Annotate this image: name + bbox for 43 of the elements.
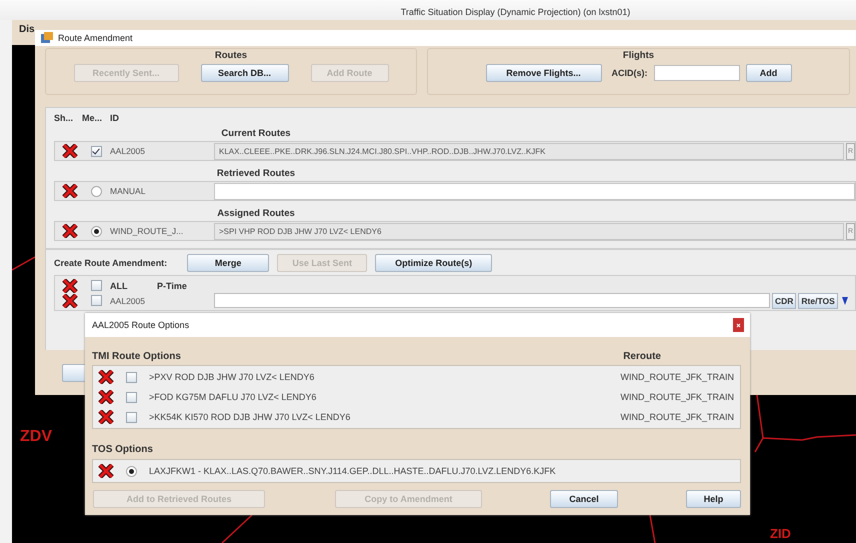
flight-id: WIND_ROUTE_J...	[110, 226, 184, 236]
button[interactable]: Remove Flights...	[486, 64, 602, 82]
reroute-text: WIND_ROUTE_JFK_TRAIN	[620, 392, 734, 402]
map-label: ZDV	[20, 428, 52, 446]
button[interactable]: Add	[746, 64, 792, 82]
section-heading: TOS Options	[92, 443, 154, 457]
section-heading: TMI Route Options	[92, 351, 181, 362]
button[interactable]: CDR	[772, 292, 796, 308]
column-label: ALL	[110, 280, 128, 290]
group-title: Flights	[622, 50, 654, 61]
button[interactable]: Help	[686, 490, 741, 508]
reroute-text: WIND_ROUTE_JFK_TRAIN	[620, 372, 734, 382]
flight-id: MANUAL	[110, 186, 146, 196]
column-header: Me...	[82, 112, 102, 122]
route-text: >KK54K KI570 ROD DJB JHW J70 LVZ< LENDY6	[149, 412, 352, 422]
section-label: Create Route Amendment:	[54, 258, 168, 268]
route-text: LAXJFKW1 - KLAX..LAS.Q70.BAWER..SNY.J114.GEP..DLL..HASTE..DAFLU.J70.LVZ.LENDY6.KJFK	[149, 466, 557, 476]
column-header: ID	[110, 112, 120, 122]
button[interactable]: Search DB...	[200, 64, 288, 82]
window-title: AAL2005 Route Options	[92, 320, 190, 330]
button[interactable]: Cancel	[550, 490, 618, 508]
window-title: Traffic Situation Display (Dynamic Projection) (on lxstn01)	[0, 0, 856, 20]
column-label: P-Time	[157, 280, 187, 290]
button[interactable]: Rte/TOS	[798, 292, 838, 308]
route-text: >FOD KG75M DAFLU J70 LVZ< LENDY6	[149, 392, 318, 402]
section-heading: Retrieved Routes	[216, 167, 296, 180]
reroute-text: WIND_ROUTE_JFK_TRAIN	[620, 412, 734, 422]
flight-id: AAL2005	[110, 146, 145, 156]
field-label: ACID(s):	[612, 68, 648, 78]
map-label: ZID	[770, 526, 791, 541]
window-title: Route Amendment	[58, 33, 133, 43]
menu-item[interactable]: Dis	[12, 20, 35, 35]
section-heading: Assigned Routes	[216, 207, 296, 220]
route-text: >PXV ROD DJB JHW J70 LVZ< LENDY6	[149, 372, 316, 382]
route-field[interactable]: >SPI VHP ROD DJB JHW J70 LVZ< LENDY6	[214, 222, 844, 240]
button[interactable]: Merge	[187, 254, 270, 272]
button[interactable]: Optimize Route(s)	[375, 254, 492, 272]
flight-id: AAL2005	[110, 296, 145, 306]
section-heading: Current Routes	[220, 127, 292, 140]
route-field[interactable]: KLAX..CLEEE..PKE..DRK.J96.SLN.J24.MCI.J80.SPI..VHP..ROD..DJB..JHW.J70.LVZ..KJFK	[214, 142, 844, 160]
column-header: Sh...	[54, 112, 74, 122]
column-header: Reroute	[623, 351, 661, 362]
group-title: Routes	[214, 50, 248, 61]
